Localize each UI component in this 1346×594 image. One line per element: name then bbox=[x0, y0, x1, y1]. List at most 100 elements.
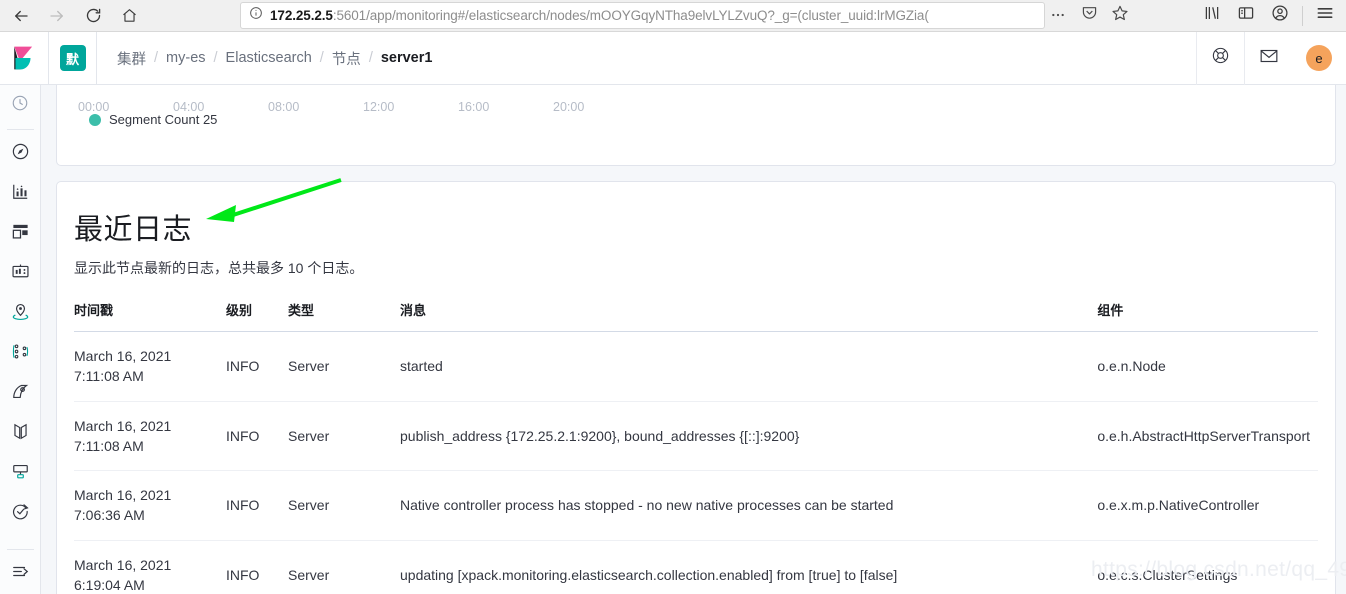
nav-divider bbox=[6, 129, 34, 130]
page-title: 最近日志 bbox=[74, 214, 193, 246]
toolbar-divider bbox=[1302, 5, 1303, 26]
home-button[interactable] bbox=[114, 3, 144, 29]
breadcrumb-item-my-es[interactable]: my-es bbox=[166, 50, 205, 66]
breadcrumb-separator: / bbox=[368, 50, 373, 66]
logs-table: 时间戳 级别 类型 消息 组件 March 16, 2021 7:11:08 A… bbox=[74, 300, 1318, 594]
canvas-frame-icon bbox=[11, 262, 30, 286]
breadcrumb-item-nodes[interactable]: 节点 bbox=[332, 48, 361, 69]
cell-timestamp: March 16, 2021 7:06:36 AM bbox=[74, 470, 226, 541]
forward-button[interactable] bbox=[42, 3, 72, 29]
cell-message: publish_address {172.25.2.1:9200}, bound… bbox=[400, 401, 1098, 472]
sidebar-item-discover[interactable] bbox=[0, 134, 41, 174]
sidebar-item-visualize[interactable] bbox=[0, 174, 41, 214]
segment-count-chart-panel: 00:00 04:00 08:00 12:00 16:00 20:00 Segm… bbox=[56, 85, 1336, 166]
column-header-timestamp[interactable]: 时间戳 bbox=[74, 300, 226, 332]
sidebar-item-uptime[interactable] bbox=[0, 494, 41, 534]
breadcrumb: 集群 / my-es / Elasticsearch / 节点 / server… bbox=[97, 48, 432, 69]
chart-x-axis: 00:00 04:00 08:00 12:00 16:00 20:00 bbox=[57, 100, 1335, 122]
sidebar-item-collapse[interactable] bbox=[0, 554, 41, 594]
infrastructure-icon bbox=[11, 382, 30, 406]
table-row: March 16, 2021 6:19:04 AM INFO Server up… bbox=[74, 540, 1318, 594]
breadcrumb-separator: / bbox=[213, 50, 218, 66]
left-navigation bbox=[0, 85, 41, 594]
pocket-button[interactable] bbox=[1076, 2, 1102, 28]
sidebar-item-machine-learning[interactable] bbox=[0, 334, 41, 374]
cell-timestamp: March 16, 2021 7:11:08 AM bbox=[74, 401, 226, 472]
pocket-icon bbox=[1081, 4, 1098, 26]
cell-type: Server bbox=[288, 401, 400, 472]
clock-icon bbox=[11, 94, 29, 117]
sidebar-item-infrastructure[interactable] bbox=[0, 374, 41, 414]
app-menu-button[interactable] bbox=[1310, 2, 1340, 29]
url-path: :5601/app/monitoring#/elasticsearch/node… bbox=[332, 8, 929, 23]
url-action-icons bbox=[1045, 2, 1133, 28]
legend-label: Segment Count 25 bbox=[109, 112, 218, 127]
news-feed-button[interactable] bbox=[1244, 31, 1292, 85]
url-bar[interactable]: 172.25.2.5:5601/app/monitoring#/elastics… bbox=[240, 2, 1045, 29]
account-icon bbox=[1271, 4, 1289, 27]
column-header-message[interactable]: 消息 bbox=[400, 300, 1098, 332]
sidebar-item-dashboard[interactable] bbox=[0, 214, 41, 254]
cell-level: INFO bbox=[226, 331, 288, 402]
axis-tick-2: 08:00 bbox=[268, 100, 300, 114]
space-badge: 默 bbox=[59, 45, 86, 71]
account-button[interactable] bbox=[1265, 2, 1295, 29]
page-subtitle: 显示此节点最新的日志，总共最多 10 个日志。 bbox=[74, 260, 364, 276]
space-selector[interactable]: 默 bbox=[49, 32, 96, 84]
bookmark-button[interactable] bbox=[1107, 2, 1133, 28]
kibana-home-link[interactable] bbox=[0, 32, 48, 84]
browser-toolbar: 172.25.2.5:5601/app/monitoring#/elastics… bbox=[0, 0, 1346, 32]
back-button[interactable] bbox=[6, 3, 36, 29]
browser-right-icons bbox=[1197, 2, 1340, 29]
breadcrumb-separator: / bbox=[154, 50, 159, 66]
breadcrumb-item-server1[interactable]: server1 bbox=[381, 50, 433, 66]
axis-tick-4: 16:00 bbox=[458, 100, 490, 114]
apm-icon bbox=[11, 462, 30, 486]
uptime-clock-icon bbox=[11, 502, 30, 526]
table-row: March 16, 2021 7:11:08 AM INFO Server st… bbox=[74, 331, 1318, 402]
header-actions: e bbox=[1196, 31, 1346, 85]
breadcrumb-item-elasticsearch[interactable]: Elasticsearch bbox=[226, 50, 312, 66]
help-button[interactable] bbox=[1196, 31, 1244, 85]
breadcrumb-item-cluster[interactable]: 集群 bbox=[117, 48, 146, 69]
url-host: 172.25.2.5 bbox=[270, 8, 333, 23]
logs-table-body: March 16, 2021 7:11:08 AM INFO Server st… bbox=[74, 331, 1318, 594]
sidebar-item-canvas[interactable] bbox=[0, 254, 41, 294]
column-header-component[interactable]: 组件 bbox=[1097, 300, 1318, 332]
back-arrow-icon bbox=[12, 7, 30, 25]
ml-nodes-icon bbox=[11, 342, 30, 366]
cell-component: o.e.h.AbstractHttpServerTransport bbox=[1097, 401, 1318, 472]
breadcrumb-separator: / bbox=[319, 50, 324, 66]
bar-chart-icon bbox=[11, 182, 30, 206]
home-icon bbox=[121, 7, 138, 24]
sidebar-item-maps[interactable] bbox=[0, 294, 41, 334]
forward-arrow-icon bbox=[48, 7, 66, 25]
cell-message: updating [xpack.monitoring.elasticsearch… bbox=[400, 540, 1098, 594]
page-info-icon[interactable] bbox=[249, 6, 263, 25]
cell-message: Native controller process has stopped - … bbox=[400, 470, 1098, 541]
cell-component: o.e.n.Node bbox=[1097, 331, 1318, 402]
sidebar-item-recently-viewed[interactable] bbox=[0, 85, 41, 125]
recent-logs-panel: 最近日志 显示此节点最新的日志，总共最多 10 个日志。 时间戳 级别 类型 消… bbox=[56, 181, 1336, 594]
cell-timestamp: March 16, 2021 6:19:04 AM bbox=[74, 540, 226, 594]
reload-button[interactable] bbox=[78, 3, 108, 29]
cell-type: Server bbox=[288, 331, 400, 402]
user-menu-button[interactable]: e bbox=[1292, 32, 1346, 85]
cell-type: Server bbox=[288, 470, 400, 541]
page-actions-button[interactable] bbox=[1045, 2, 1071, 28]
sidebar-toggle-button[interactable] bbox=[1231, 2, 1261, 29]
chart-legend[interactable]: Segment Count 25 bbox=[89, 112, 217, 127]
column-header-type[interactable]: 类型 bbox=[288, 300, 400, 332]
lifebuoy-help-icon bbox=[1211, 46, 1230, 70]
table-row: March 16, 2021 7:11:08 AM INFO Server pu… bbox=[74, 401, 1318, 472]
dashboard-panels-icon bbox=[11, 222, 30, 246]
cell-level: INFO bbox=[226, 540, 288, 594]
library-button[interactable] bbox=[1197, 2, 1227, 29]
avatar: e bbox=[1306, 45, 1332, 71]
cell-type: Server bbox=[288, 540, 400, 594]
sidebar-item-logs[interactable] bbox=[0, 414, 41, 454]
sidebar-item-apm[interactable] bbox=[0, 454, 41, 494]
axis-tick-3: 12:00 bbox=[363, 100, 395, 114]
url-text: 172.25.2.5:5601/app/monitoring#/elastics… bbox=[270, 8, 929, 23]
column-header-level[interactable]: 级别 bbox=[226, 300, 288, 332]
